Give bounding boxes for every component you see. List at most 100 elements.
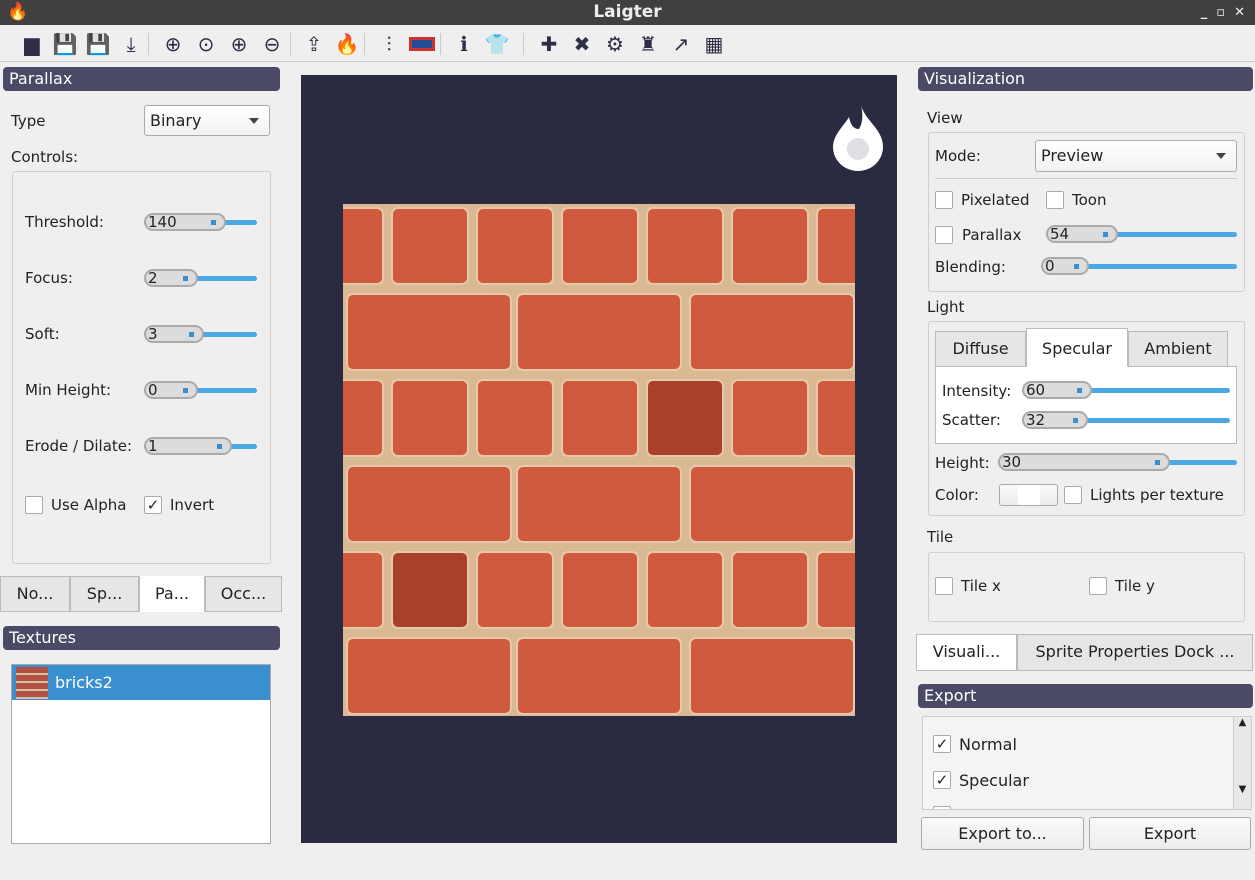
brush-icon[interactable]: ♜ [635,31,661,57]
tab-left-0[interactable]: No... [0,576,70,612]
tab-left-1[interactable]: Sp... [70,576,139,612]
tile-y-label: Tile y [1115,577,1155,595]
brick [476,379,554,457]
window-title: Laigter [593,2,662,22]
invert-checkbox[interactable]: ✓ [144,496,162,514]
brick [343,207,384,285]
slider-label: Threshold: [25,213,104,231]
mode-select[interactable]: Preview [1035,140,1237,172]
zoom-fit-icon[interactable]: ⊕ [160,31,186,57]
lights-per-texture-checkbox[interactable] [1064,486,1082,504]
export-to-button[interactable]: Export to... [921,817,1084,850]
export-normal-label: Normal [959,735,1017,754]
toolbar-separator [290,33,291,55]
tshirt-icon[interactable]: 👕 [484,31,510,57]
zoom-in-icon[interactable]: ⊕ [226,31,252,57]
parallax-checkbox[interactable] [935,226,953,244]
add-light-icon[interactable]: 🔥 [334,31,360,57]
brick [816,551,855,629]
pixelated-checkbox[interactable] [935,191,953,209]
color-swatch [1018,485,1040,505]
texture-name: bricks2 [55,673,113,692]
brick [731,207,809,285]
export-list[interactable]: ✓ Normal ✓ Specular ▲ ▼ [922,716,1252,810]
tile-y-checkbox[interactable] [1089,577,1107,595]
tile-x-checkbox[interactable] [935,577,953,595]
export-scrollbar[interactable]: ▲ ▼ [1233,717,1251,809]
plugin-remove-icon[interactable]: ✖ [569,31,595,57]
view-label: View [927,109,963,127]
open-folder-icon[interactable]: ▆ [19,31,45,57]
parallax-slider[interactable]: 3 [144,325,257,343]
tile-x-label: Tile x [961,577,1001,595]
brick [689,293,855,371]
export-button[interactable]: Export [1089,817,1251,850]
toolbar-separator [364,33,365,55]
curve-icon[interactable]: ↗ [668,31,694,57]
export-icon[interactable]: ⇪ [301,31,327,57]
brick [391,551,469,629]
language-flag-icon[interactable] [409,37,435,51]
brick [516,293,682,371]
toolbar: ▆ 💾 💾 ⤓ ⊕ ⊙ ⊕ ⊖ ⇪ 🔥 ⫶ ℹ 👕 ✚ ✖ ⚙ ♜ ↗ ▦ [0,25,1255,62]
tab-left-3[interactable]: Occ... [205,576,282,612]
texture-thumbnail [16,667,48,699]
color-label: Color: [935,486,979,504]
brick [646,207,724,285]
height-slider[interactable]: 30 [998,453,1237,471]
parallax-slider[interactable]: 54 [1046,225,1237,243]
parallax-slider[interactable]: 2 [144,269,257,287]
texture-list[interactable]: bricks2 [11,664,271,844]
intensity-label: Intensity: [942,382,1012,400]
save-as-icon[interactable]: 💾 [85,31,111,57]
use-alpha-checkbox[interactable] [25,496,43,514]
brick [516,637,682,715]
toolbar-separator [523,33,524,55]
info-icon[interactable]: ℹ [451,31,477,57]
parallax-slider[interactable]: 1 [144,437,257,455]
export-normal-checkbox[interactable]: ✓ [933,735,951,753]
import-icon[interactable]: ⤓ [118,31,144,57]
preview-canvas[interactable] [301,75,897,843]
app-flame-icon: 🔥 [7,2,29,22]
brick [646,551,724,629]
toon-label: Toon [1072,191,1107,209]
parallax-slider[interactable]: 0 [144,381,257,399]
export-specular-label: Specular [959,771,1029,790]
tab-diffuse[interactable]: Diffuse [935,331,1026,367]
divider [935,178,1237,179]
tab-ambient[interactable]: Ambient [1128,331,1228,367]
brick [816,207,855,285]
window-controls[interactable]: _ ▫ ✕ [1201,0,1245,25]
tab-visualization[interactable]: Visuali... [916,634,1017,671]
plugin-add-icon[interactable]: ✚ [536,31,562,57]
slider-label: Soft: [25,325,60,343]
pixelated-label: Pixelated [961,191,1030,209]
tab-specular[interactable]: Specular [1026,328,1128,367]
blending-slider[interactable]: 0 [1041,257,1237,275]
type-select[interactable]: Binary [144,105,270,136]
brick [731,551,809,629]
light-color-button[interactable] [999,484,1058,506]
slider-label: Min Height: [25,381,112,399]
plugin-settings-icon[interactable]: ⚙ [602,31,628,57]
toon-checkbox[interactable] [1046,191,1064,209]
zoom-100-icon[interactable]: ⊙ [193,31,219,57]
scatter-slider[interactable]: 32 [1022,411,1230,429]
parallax-slider[interactable]: 140 [144,213,257,231]
zoom-out-icon[interactable]: ⊖ [259,31,285,57]
tile-grid-icon[interactable]: ▦ [701,31,727,57]
bricks-texture-preview [343,204,855,716]
title-bar: 🔥 Laigter _ ▫ ✕ [0,0,1255,25]
laigter-logo-icon [833,105,883,171]
tab-left-2[interactable]: Pa... [139,576,205,612]
intensity-slider[interactable]: 60 [1022,381,1230,399]
brick [516,465,682,543]
save-icon[interactable]: 💾 [52,31,78,57]
export-next-checkbox[interactable] [933,806,951,809]
settings-sliders-icon[interactable]: ⫶ [376,31,402,57]
texture-item[interactable]: bricks2 [12,665,270,700]
export-dock-title: Export [918,684,1253,708]
export-specular-checkbox[interactable]: ✓ [933,771,951,789]
tab-sprite-properties[interactable]: Sprite Properties Dock ... [1017,634,1253,671]
